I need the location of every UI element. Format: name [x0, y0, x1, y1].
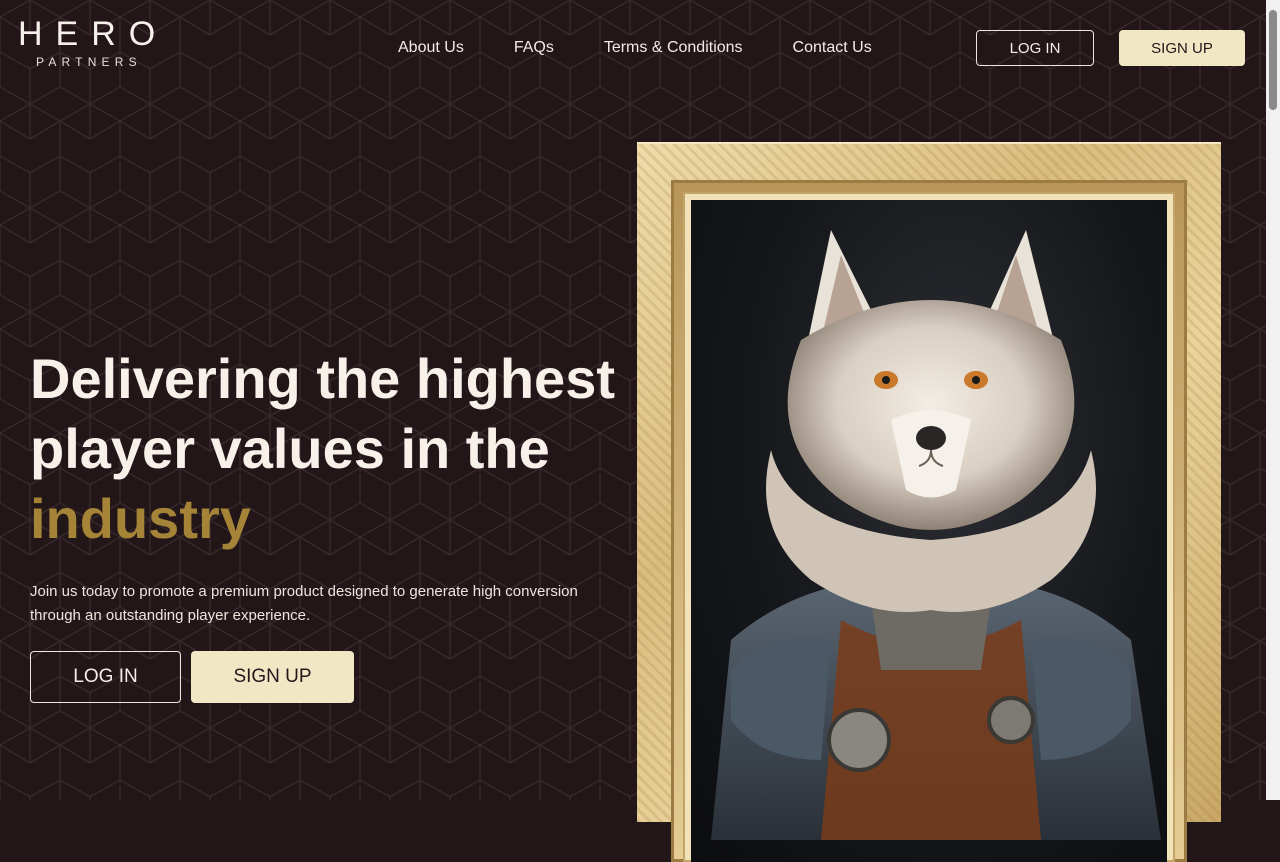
brand-name: HERO — [18, 15, 169, 53]
header-login-button[interactable]: LOG IN — [976, 30, 1094, 66]
page-scrollbar[interactable] — [1266, 0, 1280, 800]
fox-illustration — [711, 230, 1161, 840]
main-nav: About Us FAQs Terms & Conditions Contact… — [398, 36, 922, 60]
hero-login-button[interactable]: LOG IN — [30, 651, 181, 703]
brand-logo[interactable]: HERO PARTNERS — [18, 14, 166, 69]
nav-contact-us[interactable]: Contact Us — [793, 36, 872, 60]
nav-about-us[interactable]: About Us — [398, 36, 464, 60]
hero-title-line2: player values in the — [30, 417, 550, 480]
nav-faqs[interactable]: FAQs — [514, 36, 554, 60]
hero-title: Delivering the highest player values in … — [30, 344, 640, 554]
header-signup-button[interactable]: SIGN UP — [1119, 30, 1245, 66]
picture-frame — [637, 142, 1221, 862]
scrollbar-thumb[interactable] — [1269, 10, 1277, 110]
frame-inner-border — [683, 192, 1175, 862]
hero-title-line1: Delivering the highest — [30, 347, 615, 410]
frame-molding — [671, 180, 1187, 862]
hero-subtitle: Join us today to promote a premium produ… — [30, 583, 578, 624]
hero-title-accent: industry — [30, 487, 251, 550]
brand-tagline: PARTNERS — [36, 55, 142, 69]
hero-signup-button[interactable]: SIGN UP — [191, 651, 354, 703]
nav-terms-conditions[interactable]: Terms & Conditions — [604, 36, 743, 60]
fox-portrait-image — [691, 200, 1167, 862]
